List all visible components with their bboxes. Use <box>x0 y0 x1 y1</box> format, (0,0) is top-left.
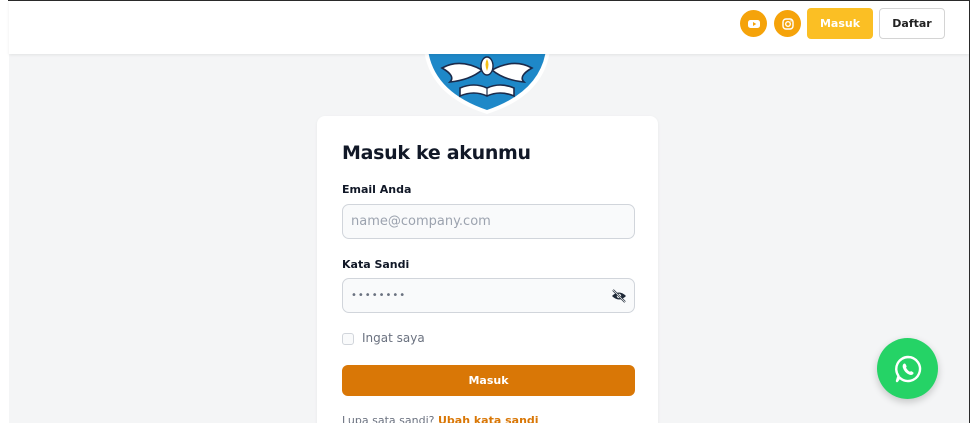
whatsapp-chat-button[interactable] <box>877 338 938 399</box>
top-navbar: Masuk Daftar <box>9 1 969 54</box>
whatsapp-icon <box>894 355 921 382</box>
password-value: •••••••• <box>351 290 407 301</box>
nav-register-button[interactable]: Daftar <box>879 8 945 39</box>
email-field[interactable]: name@company.com <box>342 204 635 239</box>
forgot-password-row: Lupa sata sandi? Ubah kata sandi <box>342 414 539 423</box>
nav-login-button[interactable]: Masuk <box>807 8 873 39</box>
youtube-button[interactable] <box>740 10 767 37</box>
eye-slash-icon[interactable] <box>611 289 627 303</box>
login-card: Masuk ke akunmu Email Anda name@company.… <box>317 116 658 423</box>
email-label: Email Anda <box>342 183 412 196</box>
reset-password-link[interactable]: Ubah kata sandi <box>438 414 539 423</box>
password-field[interactable]: •••••••• <box>342 278 635 313</box>
remember-label[interactable]: Ingat saya <box>362 331 425 345</box>
instagram-icon <box>781 17 794 30</box>
instagram-button[interactable] <box>774 10 801 37</box>
remember-checkbox[interactable] <box>342 333 354 345</box>
login-submit-button[interactable]: Masuk <box>342 365 635 396</box>
login-title: Masuk ke akunmu <box>342 142 531 164</box>
youtube-icon <box>747 19 760 28</box>
left-margin <box>0 0 8 423</box>
password-label: Kata Sandi <box>342 258 410 271</box>
forgot-password-text: Lupa sata sandi? <box>342 414 435 423</box>
